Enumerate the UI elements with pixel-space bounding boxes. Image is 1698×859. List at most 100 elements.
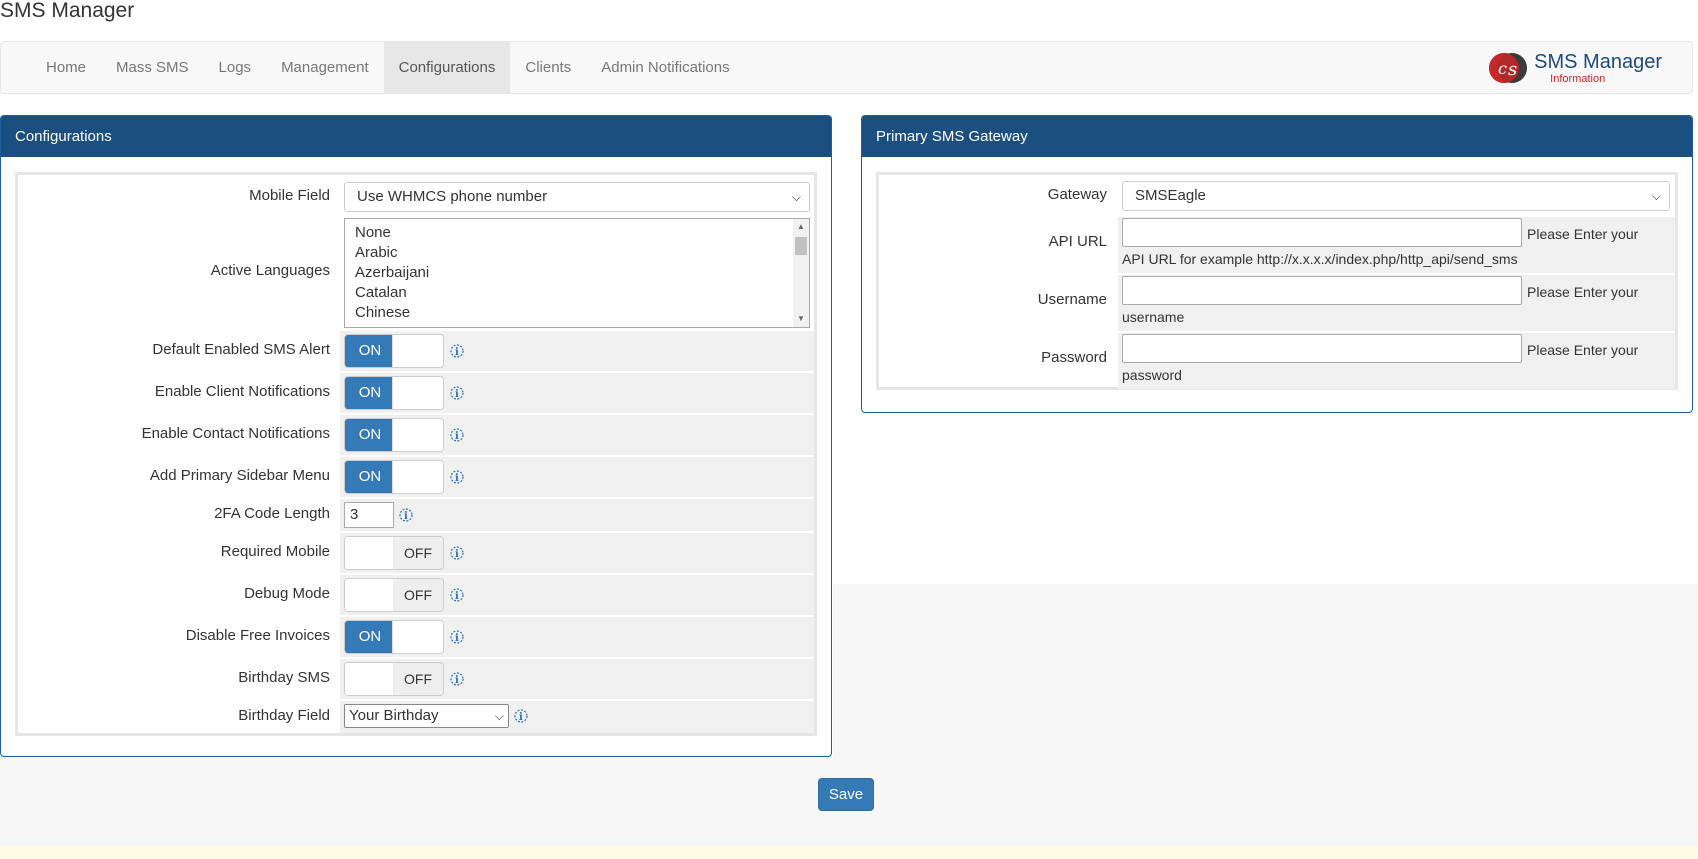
twofa-length-label: 2FA Code Length bbox=[214, 505, 330, 522]
listbox-scrollbar[interactable]: ▲ ▼ bbox=[793, 219, 809, 327]
top-navbar: Home Mass SMS Logs Management Configurat… bbox=[0, 41, 1693, 94]
info-icon[interactable]: i bbox=[514, 709, 528, 723]
username-help: Please Enter your bbox=[1527, 284, 1639, 300]
client-notifications-label: Enable Client Notifications bbox=[154, 383, 330, 400]
client-notifications-row: Enable Client Notifications ON i bbox=[18, 373, 814, 413]
svg-text:i: i bbox=[455, 633, 459, 644]
svg-text:i: i bbox=[404, 511, 408, 522]
info-icon[interactable]: i bbox=[450, 428, 464, 442]
svg-text:i: i bbox=[455, 473, 459, 484]
api-url-help: Please Enter your bbox=[1527, 226, 1639, 242]
primary-sidebar-label: Add Primary Sidebar Menu bbox=[149, 467, 330, 484]
username-help-detail: username bbox=[1122, 309, 1185, 325]
password-help-detail: password bbox=[1122, 367, 1182, 383]
scroll-thumb[interactable] bbox=[795, 237, 807, 255]
nav-item-management[interactable]: Management bbox=[266, 42, 384, 93]
configurations-form: Mobile Field Use WHMCS phone number ⌵ Ac… bbox=[15, 172, 817, 736]
active-languages-row: Active Languages None Arabic Azerbaijani… bbox=[18, 218, 814, 331]
footer-strip bbox=[0, 846, 1698, 859]
info-icon[interactable]: i bbox=[450, 386, 464, 400]
scroll-up-icon[interactable]: ▲ bbox=[793, 219, 809, 235]
svg-text:i: i bbox=[455, 675, 459, 686]
birthday-sms-row: Birthday SMS OFF i bbox=[18, 659, 814, 699]
nav-item-admin-notifications[interactable]: Admin Notifications bbox=[586, 42, 744, 93]
language-option[interactable]: Arabic bbox=[345, 243, 809, 263]
mobile-field-label: Mobile Field bbox=[249, 187, 330, 204]
twofa-length-input[interactable]: 3 bbox=[344, 502, 394, 528]
password-input[interactable] bbox=[1122, 334, 1522, 363]
info-icon[interactable]: i bbox=[450, 470, 464, 484]
active-languages-label: Active Languages bbox=[210, 262, 330, 279]
debug-mode-row: Debug Mode OFF i bbox=[18, 575, 814, 615]
gateway-label: Gateway bbox=[1047, 186, 1107, 203]
default-sms-alert-row: Default Enabled SMS Alert ON i bbox=[18, 331, 814, 371]
logo-mark-icon: c s bbox=[1488, 48, 1528, 88]
contact-notifications-row: Enable Contact Notifications ON i bbox=[18, 415, 814, 455]
contact-notifications-label: Enable Contact Notifications bbox=[141, 425, 330, 442]
language-option[interactable]: Chinese bbox=[345, 303, 809, 323]
logo-title: SMS Manager bbox=[1534, 50, 1662, 73]
default-sms-alert-label: Default Enabled SMS Alert bbox=[152, 341, 330, 358]
language-option[interactable]: Catalan bbox=[345, 283, 809, 303]
debug-mode-label: Debug Mode bbox=[244, 585, 330, 602]
mobile-field-row: Mobile Field Use WHMCS phone number ⌵ bbox=[18, 175, 814, 218]
nav-item-home[interactable]: Home bbox=[31, 42, 101, 93]
nav-item-clients[interactable]: Clients bbox=[510, 42, 586, 93]
api-url-help-detail: API URL for example http://x.x.x.x/index… bbox=[1122, 251, 1518, 267]
required-mobile-row: Required Mobile OFF i bbox=[18, 533, 814, 573]
svg-text:i: i bbox=[455, 347, 459, 358]
chevron-down-icon: ⌵ bbox=[1651, 189, 1661, 203]
contact-notifications-toggle[interactable]: ON bbox=[344, 418, 444, 452]
username-row: Username Please Enter your username bbox=[879, 275, 1675, 331]
info-icon[interactable]: i bbox=[399, 508, 413, 522]
configurations-panel-title: Configurations bbox=[1, 116, 831, 157]
api-url-input[interactable] bbox=[1122, 218, 1522, 247]
disable-free-invoices-toggle[interactable]: ON bbox=[344, 620, 444, 654]
info-icon[interactable]: i bbox=[450, 546, 464, 560]
language-option[interactable]: Azerbaijani bbox=[345, 263, 809, 283]
password-label: Password bbox=[1041, 349, 1107, 366]
save-button[interactable]: Save bbox=[818, 778, 874, 811]
scroll-down-icon[interactable]: ▼ bbox=[793, 311, 809, 327]
info-icon[interactable]: i bbox=[450, 630, 464, 644]
api-url-row: API URL Please Enter your API URL for ex… bbox=[879, 217, 1675, 273]
birthday-field-select[interactable]: Your Birthday ⌵ bbox=[344, 704, 509, 728]
birthday-sms-toggle[interactable]: OFF bbox=[344, 662, 444, 696]
nav-item-logs[interactable]: Logs bbox=[204, 42, 267, 93]
svg-text:i: i bbox=[519, 712, 523, 723]
gateway-select[interactable]: SMSEagle ⌵ bbox=[1122, 181, 1670, 211]
disable-free-invoices-label: Disable Free Invoices bbox=[185, 627, 330, 644]
svg-text:c: c bbox=[1498, 59, 1507, 78]
default-sms-alert-toggle[interactable]: ON bbox=[344, 334, 444, 368]
client-notifications-toggle[interactable]: ON bbox=[344, 376, 444, 410]
nav-item-mass-sms[interactable]: Mass SMS bbox=[101, 42, 204, 93]
username-input[interactable] bbox=[1122, 276, 1522, 305]
svg-text:i: i bbox=[455, 431, 459, 442]
active-languages-listbox[interactable]: None Arabic Azerbaijani Catalan Chinese … bbox=[344, 218, 810, 328]
svg-text:i: i bbox=[455, 389, 459, 400]
info-icon[interactable]: i bbox=[450, 344, 464, 358]
primary-sidebar-toggle[interactable]: ON bbox=[344, 460, 444, 494]
api-url-label: API URL bbox=[1048, 233, 1107, 250]
password-help: Please Enter your bbox=[1527, 342, 1639, 358]
disable-free-invoices-row: Disable Free Invoices ON i bbox=[18, 617, 814, 657]
page-title: SMS Manager bbox=[0, 0, 135, 22]
nav-item-configurations[interactable]: Configurations bbox=[383, 42, 511, 93]
required-mobile-label: Required Mobile bbox=[220, 543, 330, 560]
logo-subtitle: Information bbox=[1550, 72, 1606, 85]
nav-menu: Home Mass SMS Logs Management Configurat… bbox=[31, 42, 745, 93]
svg-text:i: i bbox=[455, 549, 459, 560]
gateway-panel: Primary SMS Gateway Gateway SMSEagle ⌵ A… bbox=[861, 115, 1693, 413]
language-option[interactable]: None bbox=[345, 223, 809, 243]
birthday-field-row: Birthday Field Your Birthday ⌵ i bbox=[18, 701, 814, 733]
chevron-down-icon: ⌵ bbox=[494, 709, 504, 723]
svg-text:s: s bbox=[1508, 59, 1517, 80]
birthday-field-label: Birthday Field bbox=[238, 707, 330, 724]
info-icon[interactable]: i bbox=[450, 588, 464, 602]
required-mobile-toggle[interactable]: OFF bbox=[344, 536, 444, 570]
debug-mode-toggle[interactable]: OFF bbox=[344, 578, 444, 612]
mobile-field-select[interactable]: Use WHMCS phone number ⌵ bbox=[344, 182, 810, 212]
password-row: Password Please Enter your password bbox=[879, 333, 1675, 389]
gateway-panel-title: Primary SMS Gateway bbox=[862, 116, 1692, 157]
info-icon[interactable]: i bbox=[450, 672, 464, 686]
